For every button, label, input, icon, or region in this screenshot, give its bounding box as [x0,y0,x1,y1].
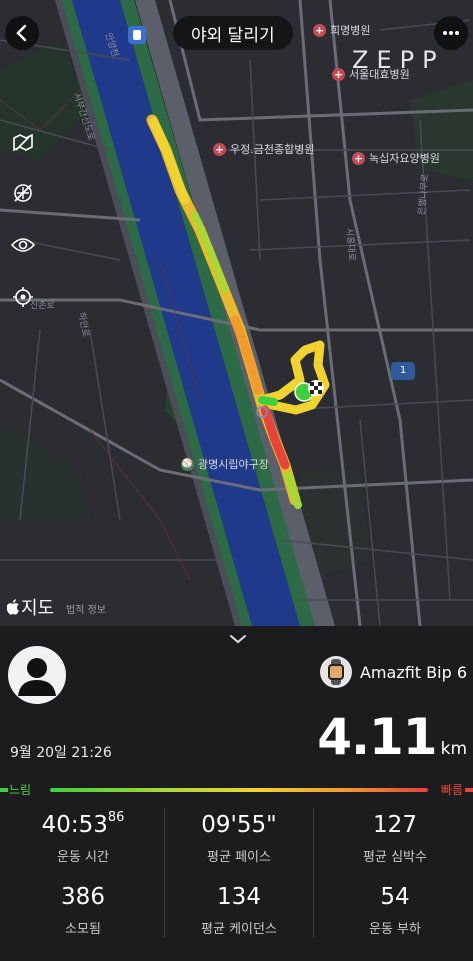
hospital-icon: + [332,67,345,81]
distance-value: 4.11 [317,708,437,766]
map-type-icon [13,134,33,152]
chevron-left-icon [16,24,27,42]
stat-value: 54 [380,884,410,910]
ellipsis-icon [443,31,459,35]
park-icon: ⚾ [181,457,194,471]
no-layers-icon [14,184,32,202]
poi-hospital-2[interactable]: + 서울대효병원 [332,66,410,82]
poi-hospital-3[interactable]: + 우정.금천종합병원 [213,141,314,157]
distance: 4.11 km [317,708,467,766]
stat-value: 09'55" [201,812,277,838]
user-silhouette-icon [18,658,56,696]
stat-avg-cadence: 134 평균 케이던스 [160,884,318,937]
stat-value-fraction: 86 [107,810,125,825]
stat-value: 40:5386 [4,810,162,838]
layers-button[interactable] [10,180,36,206]
stat-value: 386 [61,884,105,910]
pace-gradient-bar [50,788,428,792]
device-name: Amazfit Bip 6 [359,662,467,682]
poi-stadium[interactable]: ⚾ 광명시립야구장 [181,456,269,472]
stat-label: 평균 케이던스 [201,922,277,937]
stat-label: 소모됨 [65,922,101,937]
maps-attribution: 지도 [7,594,54,620]
stat-training-load: 54 운동 부하 [316,884,473,937]
collapse-button[interactable] [228,630,248,649]
poi-label: 우정.금천종합병원 [230,143,315,156]
visibility-icon [11,238,35,252]
watch-icon [319,656,352,688]
stat-avg-heart-rate: 127 평균 심박수 [316,812,473,865]
apple-logo-icon [7,599,19,615]
poi-hospital-4[interactable]: + 녹십자요양병원 [352,150,440,166]
stat-label: 평균 페이스 [207,850,271,865]
stat-value: 127 [373,812,417,838]
poi-label: 서울대효병원 [349,68,410,81]
pace-slow-label: 느림 [9,783,32,797]
device-info[interactable]: Amazfit Bip 6 [319,656,467,688]
legal-link[interactable]: 법적 정보 [66,601,106,616]
poi-hospital-1[interactable]: + 희명병원 [313,22,370,38]
back-button[interactable] [5,16,39,50]
poi-label: 광명시립야구장 [198,458,269,471]
stat-label: 운동 부하 [369,922,421,937]
stat-calories: 386 소모됨 [4,884,162,937]
distance-unit: km [440,739,467,759]
pace-scale-edge [0,788,8,792]
poi-label: 희명병원 [330,24,371,37]
map-type-button[interactable] [10,130,36,156]
road-label: 시흥대로 [343,227,357,262]
pace-scale-edge [465,788,473,792]
locate-button[interactable] [10,284,36,310]
hospital-icon: + [313,23,326,37]
stat-label: 평균 심박수 [363,850,427,865]
locate-icon [13,287,33,307]
stat-label: 운동 시간 [57,850,109,865]
workout-date: 9월 20일 21:26 [10,745,112,761]
pace-fast-label: 빠름 [440,783,463,797]
summary-panel: Amazfit Bip 6 9월 20일 21:26 4.11 km 느림 빠름… [0,626,473,961]
avatar[interactable] [8,646,66,704]
stat-duration: 40:5386 운동 시간 [4,810,162,865]
chevron-down-icon [230,635,246,644]
more-button[interactable] [434,16,468,50]
visibility-button[interactable] [10,232,36,258]
stat-value-main: 40:53 [41,812,108,838]
hospital-icon: + [352,151,365,165]
map-view[interactable]: 야외 달리기 ZEPP + 희명병원 + 서울대효병원 + 우정.금천종합병원 + 녹십… [0,0,473,626]
route-shield: 1 [391,362,415,380]
poi-label: 녹십자요양병원 [369,152,440,165]
stat-value: 134 [217,884,261,910]
stat-avg-pace: 09'55" 평균 페이스 [160,812,318,865]
page-title: 야외 달리기 [173,16,293,50]
hospital-icon: + [213,142,226,156]
maps-brand-label: 지도 [21,598,55,619]
